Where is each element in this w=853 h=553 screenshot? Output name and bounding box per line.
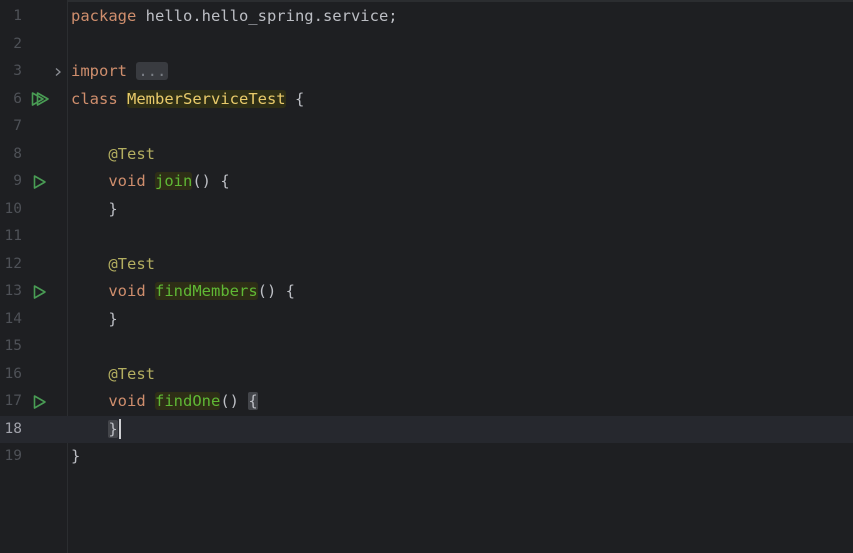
method-name-token: findMembers [155,282,258,300]
code-line[interactable]: 12 @Test [0,251,853,279]
code-line[interactable]: 19} [0,443,853,471]
code-line[interactable]: 9 void join() { [0,168,853,196]
code-line[interactable]: 2 [0,31,853,59]
line-number: 14 [4,310,22,327]
code-text[interactable]: void findOne() { [71,388,258,416]
line-number: 13 [4,283,22,299]
keyword-token: import [71,62,137,80]
run-test-icon[interactable] [31,168,49,196]
text-caret [118,419,121,439]
code-line[interactable]: 15 [0,333,853,361]
matched-brace: { [248,392,258,410]
run-test-icon[interactable] [31,278,49,306]
plain-token: () [220,392,249,410]
code-line[interactable]: 16 @Test [0,361,853,389]
line-number: 12 [4,255,22,272]
line-number: 7 [13,118,22,134]
code-text[interactable]: } [71,416,121,444]
method-name-token: findOne [155,392,221,410]
line-number: 16 [4,365,22,382]
keyword-token: void [108,282,155,300]
method-name-token: join [155,172,193,190]
line-number: 3 [13,63,22,79]
code-text[interactable]: } [71,306,118,334]
line-number: 6 [13,90,22,107]
matched-brace: } [108,419,118,438]
code-line[interactable]: 18 } [0,415,853,444]
code-text[interactable]: void join() { [71,168,230,196]
plain-token: } [71,309,118,328]
plain-token: () { [257,282,295,300]
annotation-token: @Test [108,364,155,383]
code-line[interactable]: 6 class MemberServiceTest { [0,86,853,114]
code-line[interactable]: 1 package hello.hello_spring.service; [0,3,853,31]
code-text[interactable]: void findMembers() { [71,278,295,306]
code-line[interactable]: 17 void findOne() { [0,388,853,416]
plain-token: } [71,447,81,465]
line-number: 19 [4,448,22,464]
code-editor[interactable]: 1 package hello.hello_spring.service; 2 3 im… [0,0,853,553]
line-number: 18 [4,420,22,437]
keyword-token: void [108,172,155,190]
line-number: 9 [13,173,22,189]
line-number: 11 [4,228,22,244]
fold-chevron-icon[interactable] [54,58,62,86]
code-text[interactable]: } [71,196,118,224]
annotation-token: @Test [108,254,155,273]
code-text[interactable]: @Test [71,141,155,169]
run-all-tests-icon[interactable] [31,86,49,114]
plain-token: () { [192,172,230,190]
code-text[interactable]: import ... [71,58,169,86]
plain-token: { [285,89,305,108]
code-text[interactable]: } [71,443,80,471]
folded-imports-placeholder[interactable]: ... [136,62,169,80]
keyword-token: package [71,7,146,25]
line-number: 2 [13,35,22,52]
class-name-token: MemberServiceTest [127,89,286,108]
editor-top-border [0,0,853,2]
line-number: 17 [4,393,22,409]
keyword-token: void [108,392,155,410]
code-text[interactable]: class MemberServiceTest { [71,86,304,114]
line-number: 15 [4,338,22,354]
plain-token: hello.hello_spring.service; [145,7,398,25]
line-number: 10 [4,200,22,217]
code-line[interactable]: 10 } [0,196,853,224]
annotation-token: @Test [108,144,155,163]
code-line[interactable]: 3 import ... [0,58,853,86]
code-line[interactable]: 11 [0,223,853,251]
code-text[interactable]: @Test [71,361,155,389]
line-number: 8 [13,145,22,162]
code-line[interactable]: 14 } [0,306,853,334]
code-line[interactable]: 8 @Test [0,141,853,169]
code-text[interactable]: @Test [71,251,155,279]
keyword-token: class [71,89,127,108]
code-line[interactable]: 7 [0,113,853,141]
code-text[interactable]: package hello.hello_spring.service; [71,3,398,31]
plain-token: } [71,199,118,218]
code-line[interactable]: 13 void findMembers() { [0,278,853,306]
run-test-icon[interactable] [31,388,49,416]
line-number: 1 [13,8,22,24]
